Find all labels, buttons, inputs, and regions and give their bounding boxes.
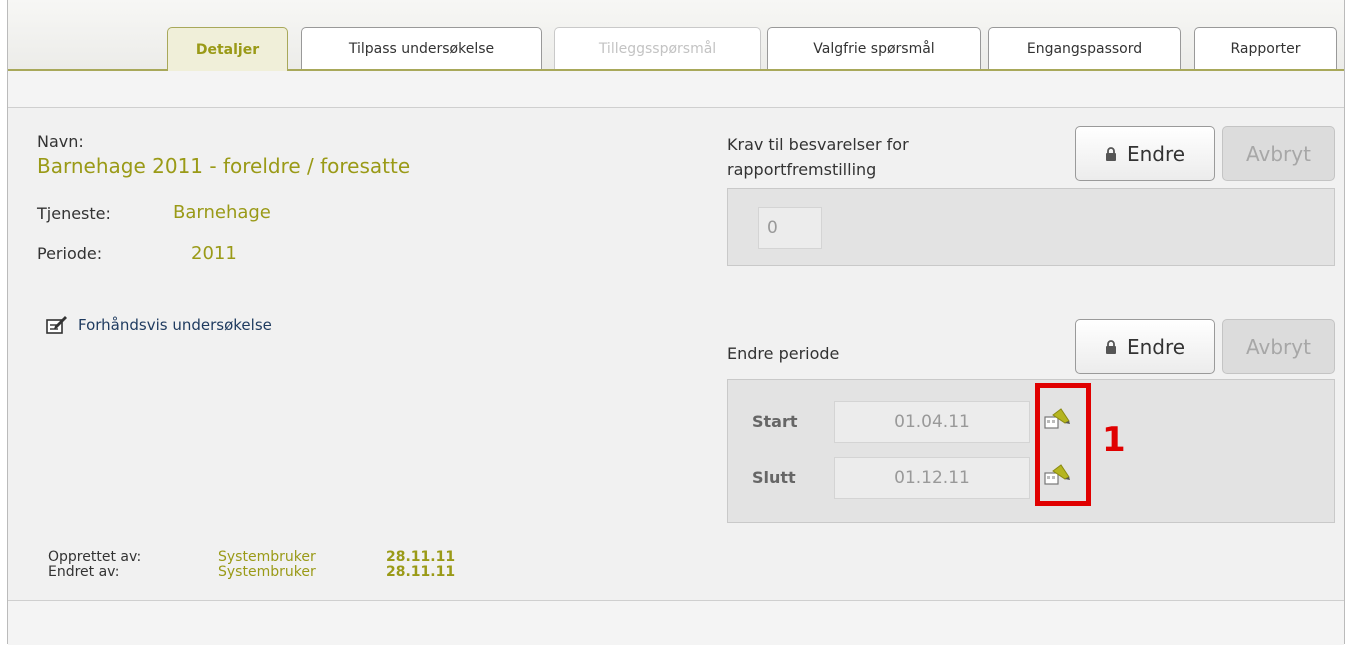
details-content: Navn: Barnehage 2011 - foreldre / foresa… (8, 108, 1344, 600)
periode-box: Start 01.04.11 Slutt 01.12.11 (727, 379, 1335, 523)
krav-box: 0 (727, 188, 1335, 266)
preview-survey-label: Forhåndsvis undersøkelse (78, 316, 272, 334)
krav-value-input[interactable]: 0 (758, 207, 822, 249)
tab-bar: Detaljer Tilpass undersøkelse Tilleggssp… (8, 0, 1344, 71)
tab-tilpass-undersokelse[interactable]: Tilpass undersøkelse (301, 27, 542, 69)
periode-edit-label: Endre (1126, 334, 1186, 359)
sub-toolbar (8, 71, 1344, 108)
periode-cancel-button: Avbryt (1222, 319, 1335, 374)
slutt-date-input[interactable]: 01.12.11 (834, 457, 1030, 499)
navn-label: Navn: (37, 132, 84, 151)
periode-label: Periode: (37, 244, 103, 263)
krav-label: Krav til besvarelser for rapportfremstil… (727, 132, 909, 182)
krav-edit-button[interactable]: Endre (1075, 126, 1215, 181)
annotation-highlight-box (1035, 383, 1091, 506)
start-label: Start (752, 412, 798, 431)
preview-edit-icon (46, 316, 67, 334)
tab-engangspassord[interactable]: Engangspassord (988, 27, 1181, 69)
navn-value: Barnehage 2011 - foreldre / foresatte (37, 154, 411, 178)
periode-edit-button[interactable]: Endre (1075, 319, 1215, 374)
tab-rapporter[interactable]: Rapporter (1194, 27, 1337, 69)
lock-icon (1105, 146, 1116, 161)
opprettet-user: Systembruker (218, 549, 316, 565)
krav-edit-label: Endre (1126, 141, 1186, 166)
survey-details-panel: Detaljer Tilpass undersøkelse Tilleggssp… (7, 0, 1345, 645)
tjeneste-value: Barnehage (173, 202, 271, 223)
bottom-bar (8, 600, 1344, 645)
periode-value: 2011 (191, 243, 237, 264)
periode-cancel-label: Avbryt (1246, 334, 1311, 359)
endret-user: Systembruker (218, 564, 316, 580)
opprettet-date: 28.11.11 (386, 549, 456, 565)
tab-tilleggssporsmal: Tilleggsspørsmål (554, 27, 761, 69)
annotation-number: 1 (1102, 420, 1126, 460)
endre-periode-label: Endre periode (727, 344, 840, 363)
tab-detaljer[interactable]: Detaljer (167, 27, 288, 71)
slutt-label: Slutt (752, 468, 796, 487)
tab-valgfrie-sporsmal[interactable]: Valgfrie spørsmål (767, 27, 981, 69)
opprettet-label: Opprettet av: (48, 549, 142, 565)
lock-icon (1105, 339, 1116, 354)
preview-survey-link[interactable]: Forhåndsvis undersøkelse (46, 315, 272, 335)
krav-cancel-label: Avbryt (1246, 141, 1311, 166)
tjeneste-label: Tjeneste: (37, 204, 111, 223)
start-date-input[interactable]: 01.04.11 (834, 401, 1030, 443)
krav-label-line2: rapportfremstilling (727, 160, 877, 179)
endret-label: Endret av: (48, 564, 120, 580)
endret-date: 28.11.11 (386, 564, 456, 580)
krav-cancel-button: Avbryt (1222, 126, 1335, 181)
krav-label-line1: Krav til besvarelser for (727, 135, 909, 154)
